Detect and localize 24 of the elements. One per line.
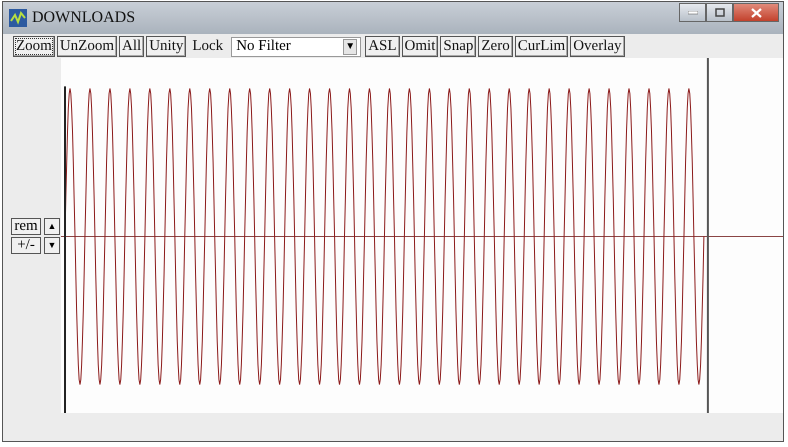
window-title: DOWNLOADS bbox=[32, 9, 136, 27]
close-button[interactable] bbox=[733, 3, 779, 22]
toolbar-button[interactable]: Snap bbox=[440, 36, 476, 57]
toolbar-button[interactable]: UnZoom bbox=[56, 36, 118, 57]
toolbar-button[interactable]: CurLim bbox=[514, 36, 568, 57]
toolbar-button[interactable]: Zoom bbox=[13, 36, 55, 57]
arrow-button[interactable]: ▲ bbox=[44, 218, 60, 234]
side-button[interactable]: +/- bbox=[11, 236, 41, 254]
filter-dropdown[interactable]: No Filter ▼ bbox=[231, 36, 362, 56]
app-icon bbox=[9, 9, 27, 27]
toolbar-button[interactable]: Zero bbox=[478, 36, 513, 57]
minimize-icon bbox=[688, 10, 698, 14]
toolbar-button[interactable]: ASL bbox=[365, 36, 400, 57]
lock-label: Lock bbox=[191, 38, 224, 55]
maximize-button[interactable] bbox=[706, 3, 733, 22]
close-icon bbox=[750, 8, 762, 18]
toolbar-button[interactable]: Unity bbox=[146, 36, 186, 57]
side-button[interactable]: rem bbox=[11, 218, 41, 234]
toolbar-button[interactable]: All bbox=[119, 36, 144, 57]
arrow-button[interactable]: ▼ bbox=[44, 236, 60, 254]
toolbar-button[interactable]: Omit bbox=[402, 36, 438, 57]
maximize-icon bbox=[714, 8, 724, 17]
minimize-button[interactable] bbox=[679, 3, 706, 22]
toolbar-button[interactable]: Overlay bbox=[570, 36, 625, 57]
